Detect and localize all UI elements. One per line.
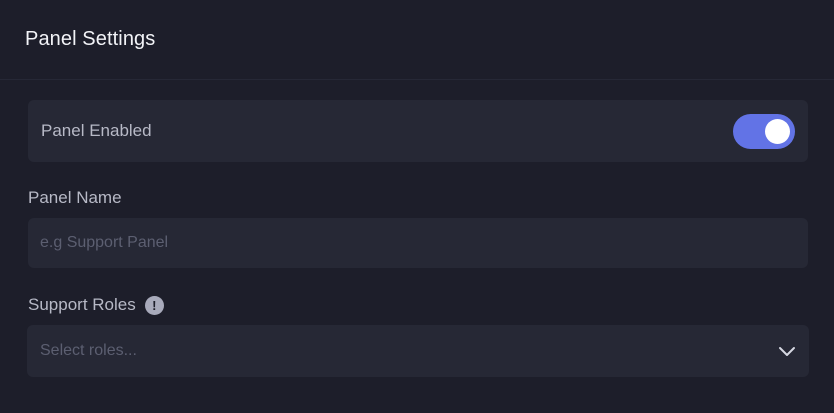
panel-enabled-row: Panel Enabled [28,100,808,162]
panel-name-label-text: Panel Name [28,188,122,207]
support-roles-placeholder: Select roles... [40,342,137,359]
page-title: Panel Settings [25,28,156,50]
support-roles-label-text: Support Roles [28,295,136,314]
info-icon[interactable]: ! [144,295,164,315]
panel-settings-card: Panel Settings Panel Enabled Panel Name … [0,0,834,413]
panel-name-input[interactable] [28,218,808,268]
settings-form: Panel Enabled Panel Name Support Roles !… [0,80,834,377]
support-roles-label: Support Roles ! [28,295,808,315]
panel-enabled-label: Panel Enabled [41,121,152,140]
panel-name-label: Panel Name [28,188,808,208]
panel-enabled-toggle[interactable] [733,113,795,149]
toggle-knob [765,118,790,144]
panel-header: Panel Settings [0,0,834,80]
support-roles-select[interactable]: Select roles... [27,325,809,377]
chevron-down-icon [778,342,796,360]
